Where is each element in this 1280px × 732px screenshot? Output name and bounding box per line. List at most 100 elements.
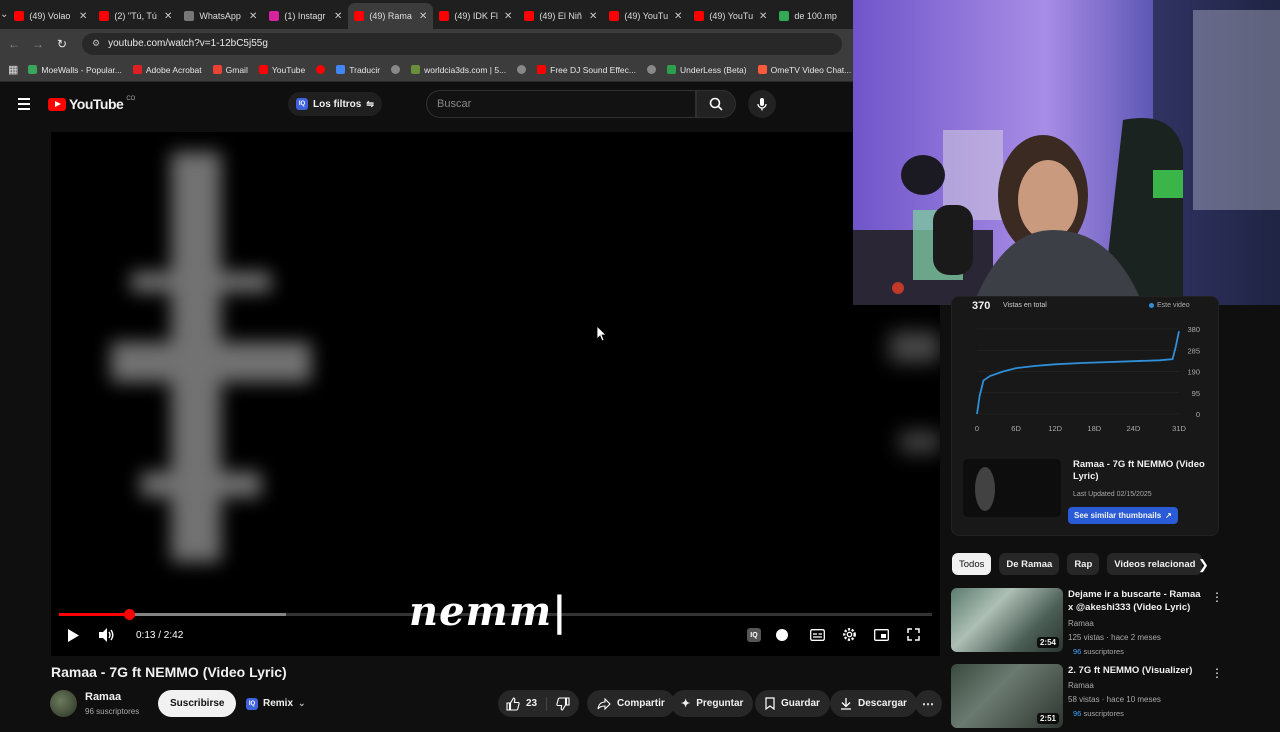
share-button[interactable]: Compartir [587,690,675,717]
tab-title: (49) El Niñ [539,11,582,21]
progress-bar[interactable] [59,609,932,620]
autoplay-toggle-icon[interactable] [776,629,788,641]
recommended-video[interactable]: 2:51 2. 7G ft NEMMO (Visualizer) Ramaa 58 v… [951,664,1223,732]
dislike-button[interactable] [547,696,579,711]
recommended-video[interactable]: 2:54 Dejame ir a buscarte - Ramaa x @akes… [951,588,1223,656]
save-button[interactable]: Guardar [755,690,830,717]
tab-search-button[interactable]: ⌄ [0,0,8,29]
browser-tab[interactable]: WhatsApp ✕ [178,3,263,29]
browser-toolbar: ← → ↻ ⚙ youtube.com/watch?v=1-12bC5j55g [0,29,853,58]
filter-chip[interactable]: Videos relacionad [1107,553,1203,575]
bookmark-item[interactable]: MoeWalls - Popular... [28,65,122,75]
channel-name[interactable]: Ramaa [85,691,121,703]
iq-player-icon[interactable]: IQ [747,628,761,642]
bookmark-item[interactable]: UnderLess (Beta) [667,65,747,75]
similar-thumbnails-button[interactable]: See similar thumbnails ↗ [1068,507,1178,524]
thumbnail-preview[interactable] [963,459,1061,517]
tab-close-icon[interactable]: ✕ [79,11,87,22]
thumbnail-image [963,459,1061,517]
browser-tab[interactable]: (49) Rama ✕ [348,3,434,29]
x-tick-label: 6D [1011,424,1021,433]
browser-tab[interactable]: (49) YouTu ✕ [688,3,773,29]
tab-close-icon[interactable]: ✕ [674,11,682,22]
more-actions-button[interactable]: ⋯ [915,690,942,717]
recommended-channel[interactable]: Ramaa [1068,619,1094,628]
tab-close-icon[interactable]: ✕ [334,11,342,22]
thumbs-down-icon [556,696,570,711]
recommended-channel[interactable]: Ramaa [1068,681,1094,690]
more-vertical-icon[interactable]: ⋮ [1211,590,1223,604]
fullscreen-icon[interactable] [907,628,920,641]
bookmark-item[interactable]: Adobe Acrobat [132,65,202,75]
voice-search-button[interactable] [748,90,776,118]
play-icon[interactable] [67,629,79,642]
progress-scrubber-handle[interactable] [124,609,135,620]
tab-close-icon[interactable]: ✕ [249,11,257,22]
back-button[interactable]: ← [2,37,26,51]
remix-button[interactable]: IQ Remix ⌄ [238,690,314,717]
settings-gear-icon[interactable] [842,627,857,642]
chevron-right-icon[interactable]: ❯ [1198,557,1209,573]
legend-label: Este video [1157,302,1190,309]
bookmark-item[interactable] [316,65,326,74]
more-vertical-icon[interactable]: ⋮ [1211,666,1223,680]
bookmark-item[interactable]: Free DJ Sound Effec... [537,65,636,75]
time-display: 0:13 / 2:42 [136,630,184,641]
url-bar[interactable]: ⚙ youtube.com/watch?v=1-12bC5j55g [82,32,842,55]
video-thumbnail[interactable]: 2:54 [951,588,1063,652]
site-info-icon[interactable]: ⚙ [92,38,100,49]
tab-title: (49) Volao [29,11,71,21]
bookmark-item[interactable]: worldcia3ds.com | 5... [411,65,506,75]
miniplayer-icon[interactable] [874,629,889,641]
browser-tab[interactable]: (49) YouTu ✕ [603,3,688,29]
apps-grid-icon[interactable]: ▦ [8,63,18,76]
browser-tab[interactable]: (49) El Niñ ✕ [518,3,603,29]
menu-icon[interactable] [18,98,30,113]
share-icon [597,697,611,710]
thumbnail-last-updated: Last Updated 02/15/2025 [1073,491,1152,498]
filter-chip[interactable]: Rap [1067,553,1100,575]
youtube-logo[interactable]: YouTube CO [48,96,135,112]
browser-tab[interactable]: (49) IDK Fl ✕ [433,3,518,29]
channel-avatar[interactable] [50,690,77,717]
bookmark-item[interactable]: Traducir [336,65,380,75]
filter-chip[interactable]: Todos [952,553,992,575]
filter-chip[interactable]: De Ramaa [999,553,1060,575]
bookmark-item[interactable] [517,65,527,74]
tab-favicon-icon [99,11,110,21]
reload-button[interactable]: ↻ [50,37,74,51]
video-thumbnail[interactable]: 2:51 [951,664,1063,728]
bookmark-item[interactable] [647,65,656,74]
search-button[interactable] [696,90,736,118]
subscribe-button[interactable]: Suscribirse [158,690,237,717]
views-label[interactable]: Vistas en total [1003,302,1047,309]
download-button[interactable]: Descargar [830,690,917,717]
volume-icon[interactable] [99,628,115,642]
bookmark-item[interactable]: Gmail [212,65,248,75]
filters-button[interactable]: IQ Los filtros ⇋ [288,92,382,116]
subtitles-icon[interactable] [810,629,825,641]
tab-close-icon[interactable]: ✕ [419,11,427,22]
bookmark-item[interactable] [391,65,401,74]
tab-close-icon[interactable]: ✕ [759,11,767,22]
browser-tab[interactable]: (2) "Tú, Tú ✕ [93,3,178,29]
browser-tab[interactable]: de 100.mp [773,3,853,29]
y-tick-label: 285 [1187,346,1200,355]
subscriber-count: 96 [1073,709,1082,718]
video-player[interactable]: nemm| 0:13 / 2:42 IQ [51,132,940,656]
tab-close-icon[interactable]: ✕ [504,11,512,22]
tab-close-icon[interactable]: ✕ [164,11,172,22]
browser-tab[interactable]: (1) Instagr ✕ [263,3,348,29]
bookmark-favicon-icon [212,65,222,74]
bookmark-favicon-icon [391,65,401,74]
webcam-scene [853,0,1280,305]
like-button[interactable]: 23 [506,696,548,711]
search-input[interactable]: Buscar [426,90,696,118]
forward-button[interactable]: → [26,37,50,51]
tab-close-icon[interactable]: ✕ [589,11,597,22]
ask-button[interactable]: ✦ Preguntar [671,690,754,717]
bookmark-item[interactable]: YouTube [258,65,305,75]
bookmark-item[interactable]: OmeTV Video Chat... [757,65,851,75]
browser-tab[interactable]: (49) Volao ✕ [8,3,93,29]
player-controls: 0:13 / 2:42 IQ [51,622,940,650]
